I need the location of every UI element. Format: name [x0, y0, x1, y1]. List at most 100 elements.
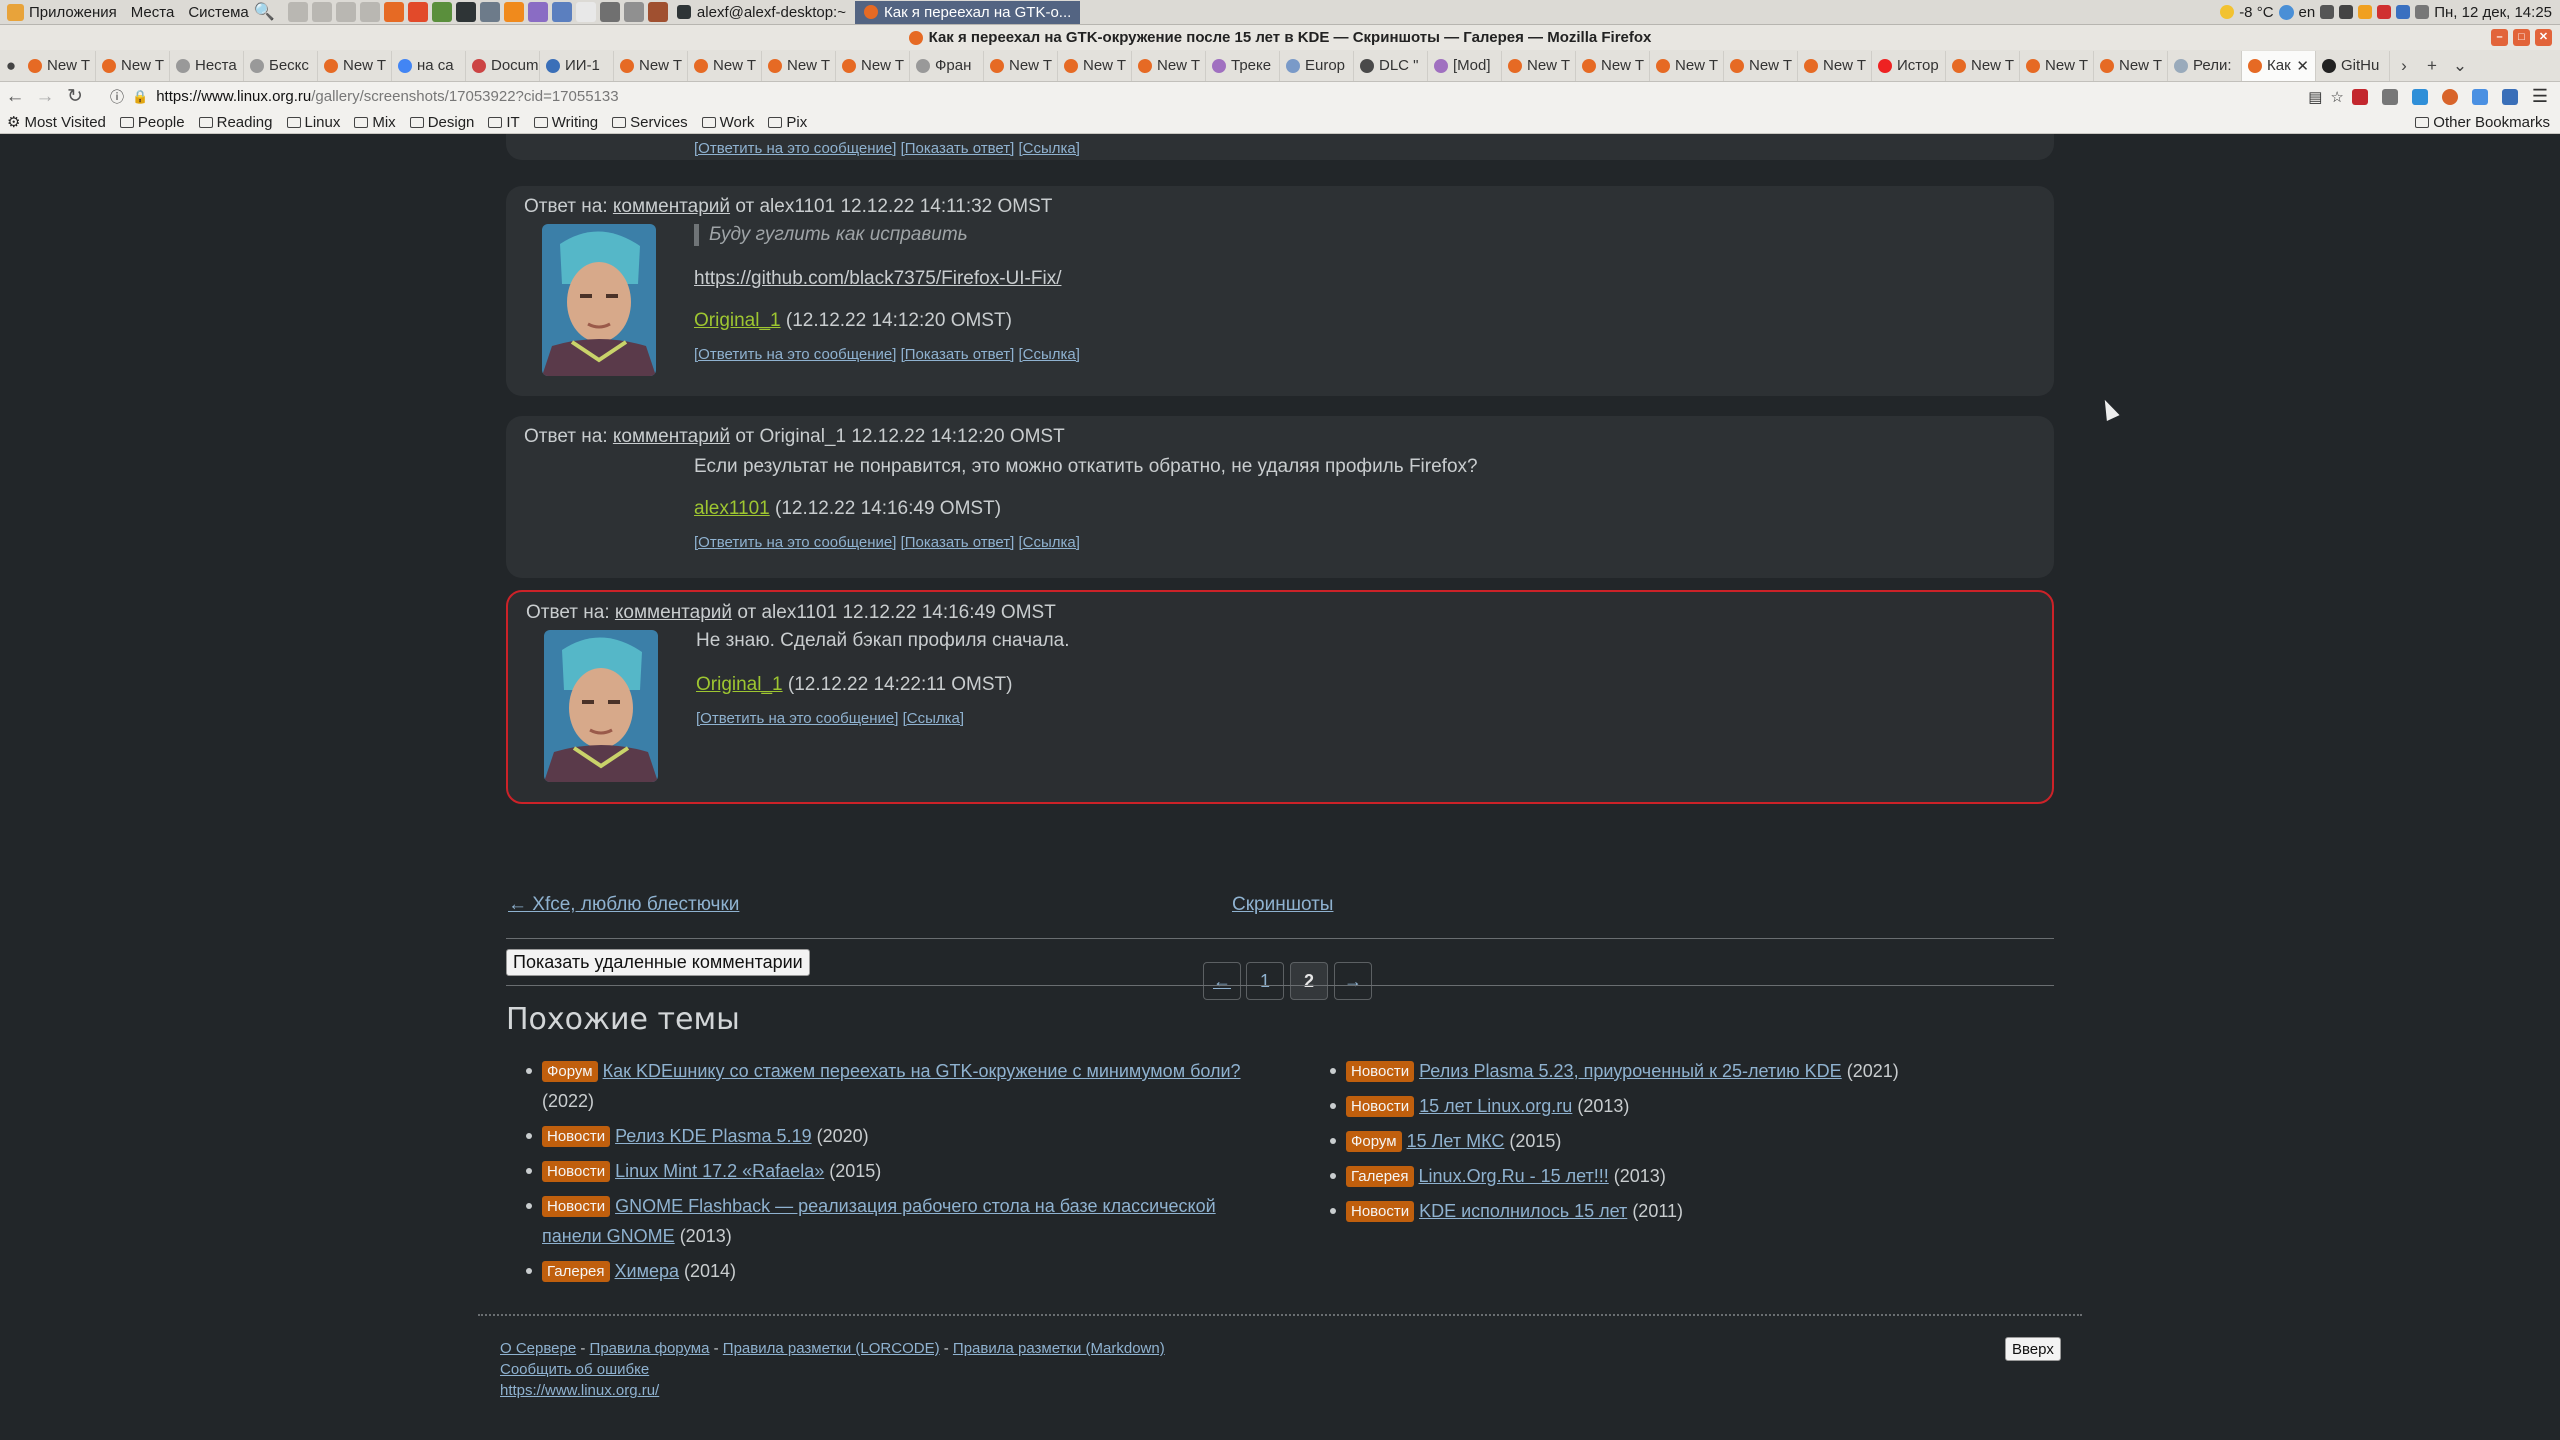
tab[interactable]: New T [1724, 50, 1798, 81]
tab-close-icon[interactable]: ✕ [2296, 57, 2309, 75]
places-menu[interactable]: Места [124, 4, 182, 21]
workspace-icon[interactable] [311, 2, 332, 22]
related-topic-link[interactable]: 15 Лет МКС [1407, 1131, 1505, 1151]
footer-markdown-link[interactable]: Правила разметки (Markdown) [953, 1340, 1165, 1357]
app-launcher-icon[interactable] [551, 2, 572, 22]
tab[interactable]: Docum [466, 50, 540, 81]
reply-link[interactable]: [Ответить на это сообщение] [694, 534, 896, 551]
terminal-launcher-icon[interactable] [455, 2, 476, 22]
close-icon[interactable]: ✕ [2535, 29, 2552, 46]
app-launcher-icon[interactable] [623, 2, 644, 22]
tab[interactable]: New T [614, 50, 688, 81]
related-topic-link[interactable]: 15 лет Linux.org.ru [1419, 1096, 1572, 1116]
tray-app-icon[interactable] [2396, 5, 2411, 19]
extension-icon[interactable] [2411, 88, 2428, 105]
volume-icon[interactable] [2320, 5, 2335, 19]
firefox-launcher-icon[interactable] [383, 2, 404, 22]
bookmark-folder-writing[interactable]: Writing [527, 114, 605, 131]
footer-rules-link[interactable]: Правила форума [590, 1340, 710, 1357]
workspace-icon[interactable] [359, 2, 380, 22]
forward-icon[interactable]: → [30, 86, 60, 108]
reload-icon[interactable]: ↻ [60, 85, 90, 108]
permalink[interactable]: [Ссылка] [1018, 534, 1079, 551]
tab[interactable]: Бескс [244, 50, 318, 81]
user-icon[interactable] [2339, 5, 2354, 19]
related-topic-link[interactable]: Linux Mint 17.2 «Rafaela» [615, 1161, 824, 1181]
show-reply-link[interactable]: [Показать ответ] [901, 534, 1015, 551]
taskbar-item-firefox[interactable]: Как я переехал на GTK-о... [854, 0, 1081, 24]
permalink[interactable]: [Ссылка] [1018, 346, 1079, 363]
tab[interactable]: ИИ-1 [540, 50, 614, 81]
tab[interactable]: New T [984, 50, 1058, 81]
extension-icon[interactable] [2381, 88, 2398, 105]
tab[interactable]: Треке [1206, 50, 1280, 81]
window-titlebar[interactable]: Как я переехал на GTK-окружение после 15… [0, 25, 2560, 50]
extension-icon[interactable] [2501, 88, 2518, 105]
author-link[interactable]: Original_1 [694, 310, 781, 331]
clock[interactable]: Пн, 12 дек, 14:25 [2434, 4, 2552, 21]
tab[interactable]: New T [688, 50, 762, 81]
related-topic-link[interactable]: Релиз KDE Plasma 5.19 [615, 1126, 812, 1146]
tray-app-icon[interactable] [2377, 5, 2392, 19]
bookmark-folder-services[interactable]: Services [605, 114, 695, 131]
firefox-view-icon[interactable]: ● [0, 56, 22, 76]
reply-link[interactable]: [Ответить на это сообщение] [696, 710, 898, 727]
reply-to-link[interactable]: комментарий [615, 602, 732, 623]
previous-topic-link[interactable]: ← Xfce, люблю блестючки [508, 894, 739, 916]
author-link[interactable]: Original_1 [696, 674, 783, 695]
github-link[interactable]: https://github.com/black7375/Firefox-UI-… [694, 268, 1061, 289]
permalink[interactable]: [Ссылка] [903, 710, 964, 727]
related-topic-link[interactable]: Релиз Plasma 5.23, приуроченный к 25-лет… [1419, 1061, 1842, 1081]
tools-launcher-icon[interactable] [647, 2, 668, 22]
bookmark-folder-pix[interactable]: Pix [761, 114, 814, 131]
tray-app-icon[interactable] [2415, 5, 2430, 19]
extension-icon[interactable] [2441, 88, 2458, 105]
weather-icon[interactable] [2220, 5, 2235, 19]
tab[interactable]: [Mod] [1428, 50, 1502, 81]
settings-launcher-icon[interactable] [479, 2, 500, 22]
footer-report-link[interactable]: Сообщить об ошибке [500, 1361, 649, 1378]
url-bar[interactable]: ⓘ 🔒 https://www.linux.org.ru/gallery/scr… [102, 85, 2352, 108]
tab[interactable]: New T [1058, 50, 1132, 81]
bookmark-folder-design[interactable]: Design [403, 114, 482, 131]
related-topic-link[interactable]: GNOME Flashback — реализация рабочего ст… [542, 1196, 1216, 1246]
show-deleted-comments-button[interactable]: Показать удаленные комментарии [506, 949, 810, 976]
tab[interactable]: New T [762, 50, 836, 81]
bookmark-folder-linux[interactable]: Linux [280, 114, 348, 131]
tab[interactable]: Истор [1872, 50, 1946, 81]
tab[interactable]: New T [318, 50, 392, 81]
new-tab-icon[interactable]: + [2418, 56, 2446, 76]
tab[interactable]: на са [392, 50, 466, 81]
scroll-top-button[interactable]: Вверх [2005, 1337, 2061, 1361]
temperature-label[interactable]: -8 °C [2239, 4, 2273, 21]
bookmark-folder-people[interactable]: People [113, 114, 192, 131]
bookmark-folder-it[interactable]: IT [481, 114, 526, 131]
pager-next-button[interactable]: → [1334, 962, 1372, 1000]
brave-launcher-icon[interactable] [407, 2, 428, 22]
tab[interactable]: Фран [910, 50, 984, 81]
app-launcher-icon[interactable] [599, 2, 620, 22]
extension-icon[interactable] [2471, 88, 2488, 105]
tab-current[interactable]: Как ✕ [2242, 50, 2316, 81]
tab[interactable]: GitHu [2316, 50, 2390, 81]
vlc-launcher-icon[interactable] [503, 2, 524, 22]
tab[interactable]: Рели: [2168, 50, 2242, 81]
tab[interactable]: Неста [170, 50, 244, 81]
related-topic-link[interactable]: KDE исполнилось 15 лет [1419, 1201, 1627, 1221]
app-launcher-icon[interactable] [527, 2, 548, 22]
editor-launcher-icon[interactable] [575, 2, 596, 22]
workspace-icon[interactable] [287, 2, 308, 22]
tab[interactable]: New T [2020, 50, 2094, 81]
tab[interactable]: New T [1132, 50, 1206, 81]
download-launcher-icon[interactable] [431, 2, 452, 22]
reply-to-link[interactable]: комментарий [613, 426, 730, 447]
taskbar-item-terminal[interactable]: alexf@alexf-desktop:~ [668, 1, 855, 24]
related-topic-link[interactable]: Химера [615, 1261, 679, 1281]
reply-to-link[interactable]: комментарий [613, 196, 730, 217]
extension-icon[interactable] [2351, 88, 2368, 105]
tab[interactable]: New T [836, 50, 910, 81]
author-link[interactable]: alex1101 [694, 498, 770, 519]
tab[interactable]: Europ [1280, 50, 1354, 81]
section-link[interactable]: Скриншоты [1232, 894, 1333, 916]
bookmark-most-visited[interactable]: ⚙ Most Visited [0, 113, 113, 132]
